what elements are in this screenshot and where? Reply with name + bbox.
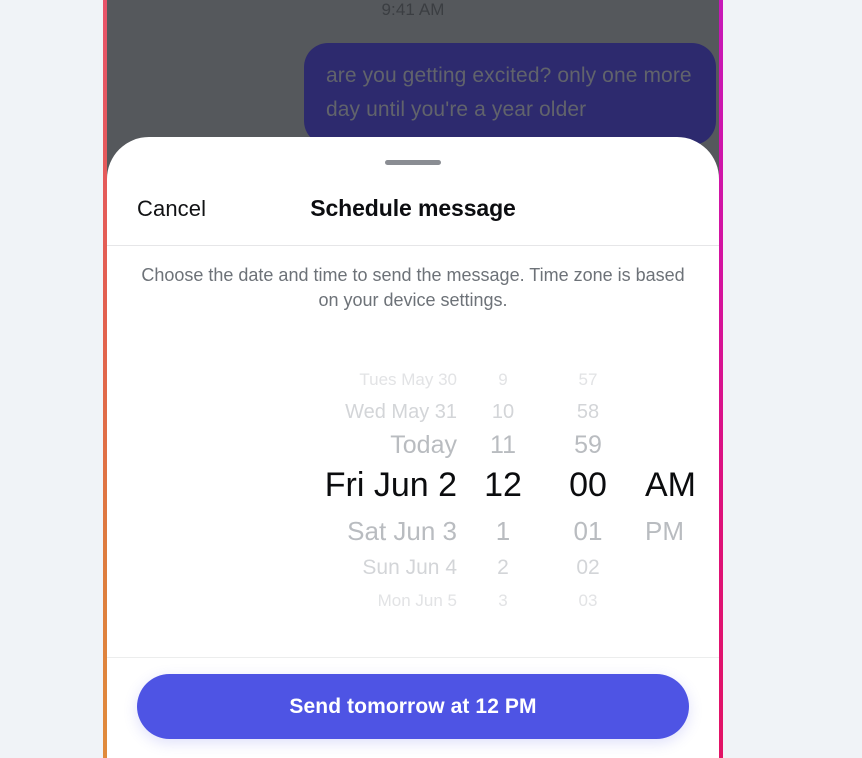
frame-edge-left — [103, 0, 107, 758]
picker-column-date[interactable]: Tues May 30 Wed May 31 Today Fri Jun 2 S… — [167, 362, 457, 637]
schedule-message-sheet: Cancel Schedule message Choose the date … — [107, 137, 719, 758]
picker-item-minute[interactable]: 01 — [547, 518, 629, 544]
picker-item-minute[interactable]: 57 — [547, 371, 629, 388]
picker-item-date[interactable]: Wed May 31 — [167, 402, 457, 422]
picker-item-hour[interactable]: 11 — [467, 433, 539, 458]
picker-item-hour[interactable]: 1 — [467, 518, 539, 544]
picker-item-date[interactable]: Mon Jun 5 — [167, 592, 457, 609]
picker-column-minute[interactable]: 57 58 59 00 01 02 03 — [547, 362, 629, 637]
picker-item-date-selected[interactable]: Fri Jun 2 — [167, 468, 457, 502]
picker-item-minute[interactable]: 02 — [547, 557, 629, 578]
sheet-description: Choose the date and time to send the mes… — [141, 265, 685, 310]
sheet-header: Cancel Schedule message — [107, 137, 719, 246]
chat-timestamp: 9:41 AM — [381, 0, 445, 19]
page-title: Schedule message — [310, 195, 516, 221]
picker-item-minute[interactable]: 58 — [547, 402, 629, 422]
picker-item-date[interactable]: Tues May 30 — [167, 371, 457, 388]
picker-item-date[interactable]: Today — [167, 433, 457, 458]
phone-frame: 9:41 AM are you getting excited? only on… — [103, 0, 723, 758]
sheet-footer: Send tomorrow at 12 PM — [107, 657, 719, 758]
picker-item-date[interactable]: Sat Jun 3 — [167, 518, 457, 544]
picker-item-minute[interactable]: 03 — [547, 592, 629, 609]
picker-item-date[interactable]: Sun Jun 4 — [167, 557, 457, 578]
message-bubble-outgoing: are you getting excited? only one more d… — [304, 43, 716, 145]
picker-item-hour-selected[interactable]: 12 — [467, 468, 539, 502]
picker-item-hour[interactable]: 10 — [467, 402, 539, 422]
picker-item-minute-selected[interactable]: 00 — [547, 468, 629, 502]
send-button[interactable]: Send tomorrow at 12 PM — [137, 674, 689, 739]
picker-column-hour[interactable]: 9 10 11 12 1 2 3 — [467, 362, 539, 637]
picker-item-hour[interactable]: 9 — [467, 371, 539, 388]
sheet-grabber-handle[interactable] — [385, 160, 441, 165]
picker-item-hour[interactable]: 2 — [467, 557, 539, 578]
picker-item-period-selected[interactable]: AM — [637, 468, 696, 502]
picker-item-hour[interactable]: 3 — [467, 592, 539, 609]
picker-item-period[interactable]: PM — [637, 518, 684, 544]
picker-item-minute[interactable]: 59 — [547, 433, 629, 458]
datetime-picker[interactable]: Tues May 30 Wed May 31 Today Fri Jun 2 S… — [107, 362, 719, 637]
picker-column-period[interactable]: AM PM — [637, 362, 717, 637]
frame-edge-right — [719, 0, 723, 758]
